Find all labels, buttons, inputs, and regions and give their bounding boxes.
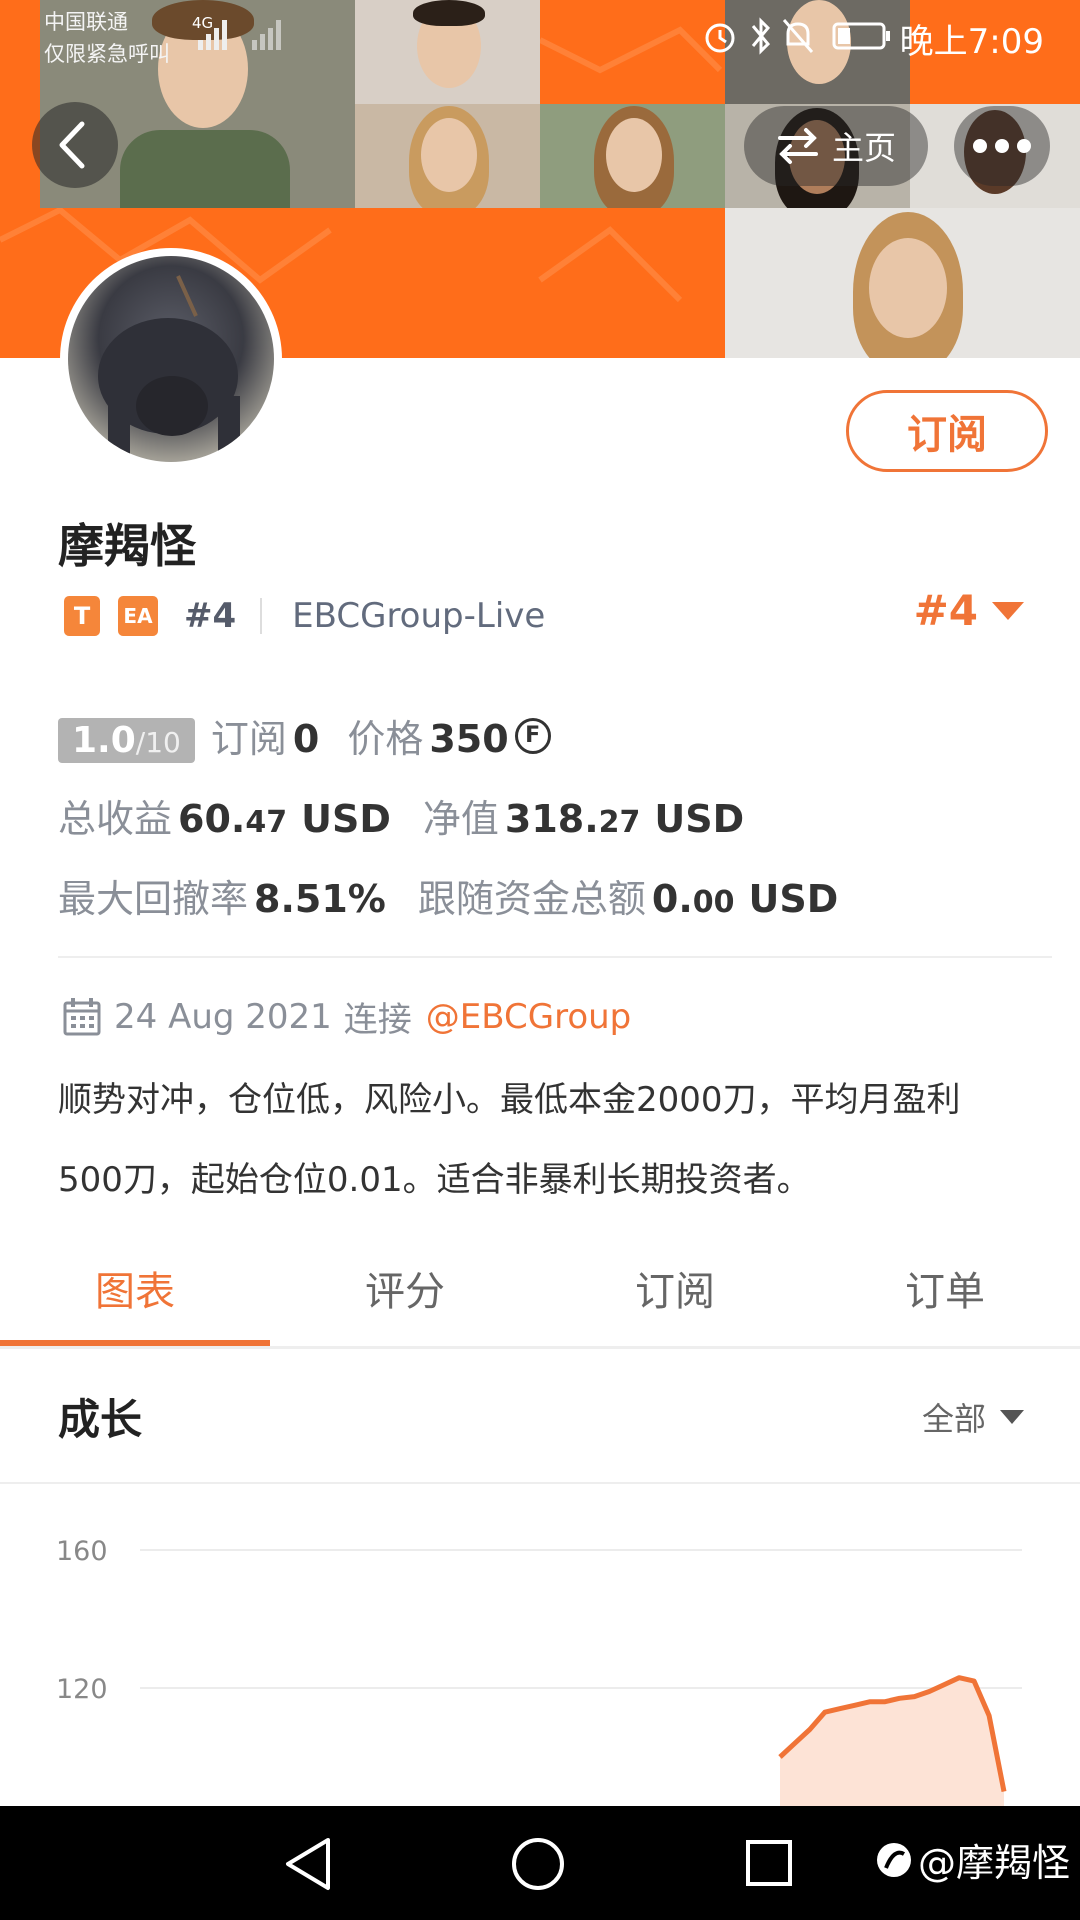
period-filter-label: 全部 <box>921 1400 986 1438</box>
avatar-image <box>68 256 274 462</box>
tab-divider <box>0 1346 1080 1349</box>
watermark: @摩羯怪 <box>874 1832 1070 1887</box>
home-button[interactable]: 主页 <box>744 106 928 186</box>
carrier-name: 中国联通 <box>44 10 128 34</box>
stats-row-1: 1.0/10 订阅 0 价格 350 F <box>58 708 551 763</box>
tab-bar: 图表 评分 订阅 订单 <box>0 1252 1080 1348</box>
equity-label: 净值 <box>422 797 499 841</box>
banner-photo-4 <box>540 104 725 208</box>
battery-icon <box>832 22 890 50</box>
avatar[interactable] <box>60 248 282 470</box>
bluetooth-icon <box>751 17 771 55</box>
growth-title: 成长 <box>58 1395 143 1444</box>
connect-label: 连接 <box>343 1000 412 1040</box>
username: 摩羯怪 <box>58 519 196 573</box>
calendar-icon <box>63 997 101 1035</box>
follow-label: 跟随资金总额 <box>417 877 646 921</box>
server-name: EBCGroup-Live <box>292 596 546 636</box>
y-tick-label: 160 <box>56 1536 108 1567</box>
nav-back-icon[interactable] <box>282 1836 334 1892</box>
caret-down-icon <box>992 601 1024 620</box>
profile-meta-row: T EA #4 EBCGroup-Live <box>64 594 545 638</box>
home-label: 主页 <box>831 129 896 167</box>
follow-int: 0. <box>651 877 693 921</box>
nav-home-icon[interactable] <box>510 1836 566 1892</box>
total-profit-label: 总收益 <box>58 797 173 841</box>
price-label: 价格 <box>347 717 424 761</box>
tab-chart[interactable]: 图表 <box>0 1252 270 1348</box>
active-tab-indicator <box>0 1340 270 1346</box>
banner-photo-3 <box>355 104 540 208</box>
rating-badge: 1.0/10 <box>58 718 195 763</box>
broker-mention-link[interactable]: @EBCGroup <box>426 997 631 1037</box>
price-value: 350 <box>429 717 509 761</box>
total-profit-unit: USD <box>301 797 391 841</box>
growth-area <box>780 1677 1004 1806</box>
chevron-left-icon <box>59 121 85 169</box>
connect-date: 24 Aug 2021 <box>114 996 332 1037</box>
strategy-description: 顺势对冲，仓位低，风险小。最低本金2000刀，平均月盈利500刀，起始仓位0.0… <box>58 1080 961 1200</box>
rank-value: #4 <box>913 586 978 635</box>
total-profit-int: 60. <box>178 797 246 841</box>
subs-value: 0 <box>292 717 320 761</box>
drawdown-label: 最大回撤率 <box>58 877 249 921</box>
tab-subscription[interactable]: 订阅 <box>540 1252 810 1348</box>
drawdown-value: 8.51% <box>254 877 386 921</box>
mute-icon <box>782 19 814 53</box>
divider <box>58 956 1052 958</box>
badge-t: T <box>64 596 100 636</box>
back-button[interactable] <box>32 102 118 188</box>
subs-label: 订阅 <box>210 717 287 761</box>
equity-dec: 27 <box>598 805 641 840</box>
rank-small: #4 <box>184 596 237 636</box>
follow-dec: 00 <box>692 885 735 920</box>
status-bar: 中国联通 仅限紧急呼叫 4G 晚上7:09 <box>0 0 1080 70</box>
subscribe-button[interactable]: 订阅 <box>846 390 1048 472</box>
swap-icon <box>777 128 818 164</box>
banner-photo-8 <box>725 208 1080 358</box>
connect-info: 24 Aug 2021 连接 @EBCGroup <box>62 992 631 1041</box>
watermark-text: @摩羯怪 <box>917 1841 1070 1885</box>
stats-row-2: 总收益 60. 47 USD 净值 318. 27 USD <box>58 788 744 843</box>
carrier-info: 中国联通 仅限紧急呼叫 <box>44 6 170 70</box>
coin-icon: F <box>514 717 551 754</box>
more-dots-icon <box>973 139 1031 153</box>
alarm-icon <box>705 23 735 53</box>
growth-chart: 160 120 <box>56 1536 1022 1806</box>
emergency-text: 仅限紧急呼叫 <box>44 42 170 66</box>
tab-rating[interactable]: 评分 <box>270 1252 540 1348</box>
rank-dropdown[interactable]: #4 <box>914 586 1024 635</box>
rating-max: /10 <box>135 726 181 759</box>
caret-down-icon <box>1000 1410 1024 1424</box>
equity-unit: USD <box>654 797 745 841</box>
clock: 晚上7:09 <box>899 22 1044 62</box>
equity-int: 318. <box>504 797 599 841</box>
weibo-logo-icon <box>876 1842 911 1877</box>
total-profit-dec: 47 <box>245 805 288 840</box>
nav-recents-icon[interactable] <box>744 1838 794 1888</box>
y-tick-label: 120 <box>56 1674 108 1705</box>
stats-row-3: 最大回撤率 8.51% 跟随资金总额 0. 00 USD <box>58 868 838 923</box>
period-filter-dropdown[interactable]: 全部 <box>922 1394 1024 1440</box>
signal-icon <box>198 20 281 50</box>
rating-value: 1.0 <box>72 720 136 761</box>
more-button[interactable] <box>954 106 1050 186</box>
badge-ea: EA <box>118 596 158 636</box>
follow-unit: USD <box>748 877 839 921</box>
tab-orders[interactable]: 订单 <box>810 1252 1080 1348</box>
separator <box>260 598 263 634</box>
